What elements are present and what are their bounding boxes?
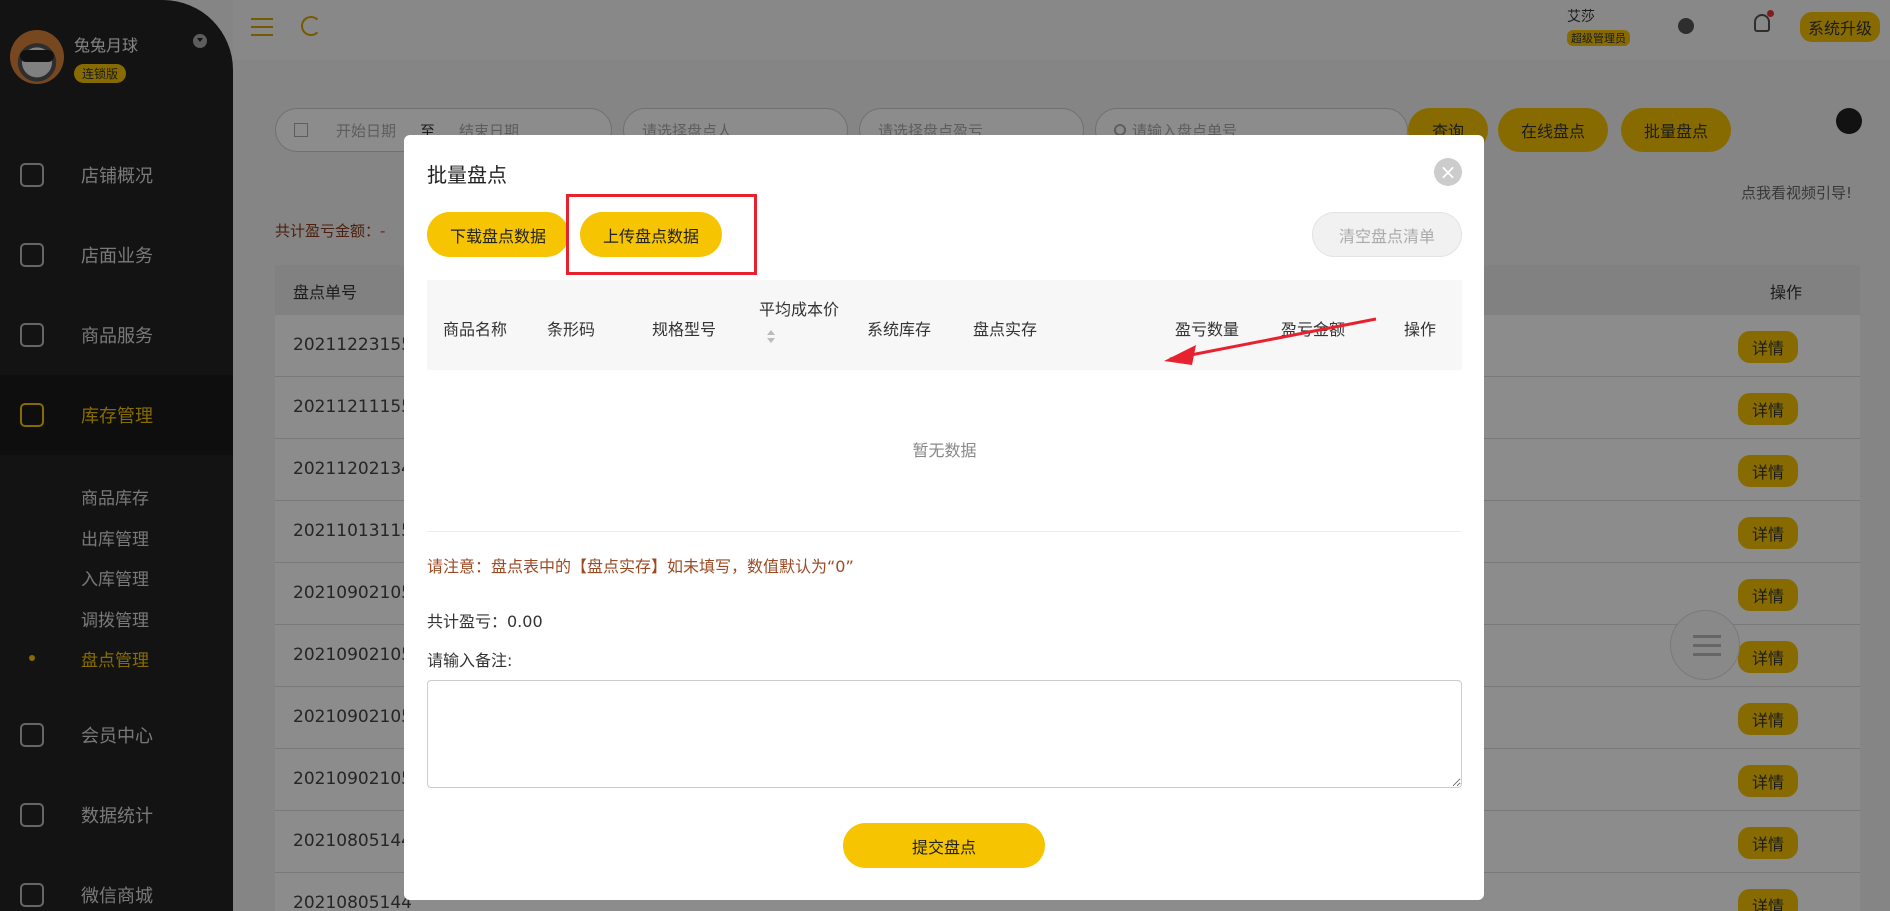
clear-list-button[interactable]: 清空盘点清单: [1312, 212, 1462, 257]
modal-title: 批量盘点: [427, 163, 507, 187]
total-loss-text: 共计盈亏：0.00: [427, 612, 543, 631]
col-goods-name: 商品名称: [443, 320, 508, 339]
col-barcode: 条形码: [547, 320, 596, 339]
annotation-highlight-box: [566, 194, 757, 275]
col-actual-stock: 盘点实存: [973, 320, 1038, 339]
remark-textarea[interactable]: [427, 680, 1462, 788]
remark-label: 请输入备注:: [427, 651, 513, 670]
col-operation: 操作: [1404, 320, 1437, 339]
sort-icon[interactable]: [767, 330, 775, 344]
col-spec: 规格型号: [652, 320, 717, 339]
col-avg-cost[interactable]: 平均成本价: [759, 296, 839, 320]
annotation-arrow-icon: [1164, 317, 1377, 365]
close-icon[interactable]: ×: [1434, 158, 1462, 186]
submit-stocktake-button[interactable]: 提交盘点: [843, 823, 1045, 868]
arrow-shaft: [1169, 317, 1377, 361]
download-data-button[interactable]: 下载盘点数据: [427, 212, 569, 257]
notice-text: 请注意：盘点表中的【盘点实存】如未填写，数值默认为“0”: [427, 557, 854, 576]
batch-stocktake-modal: 批量盘点 × 下载盘点数据 上传盘点数据 清空盘点清单 商品名称 条形码 规格型…: [404, 135, 1484, 900]
empty-state: 暂无数据: [427, 370, 1462, 532]
arrow-head: [1164, 345, 1196, 365]
col-system-stock: 系统库存: [867, 320, 932, 339]
